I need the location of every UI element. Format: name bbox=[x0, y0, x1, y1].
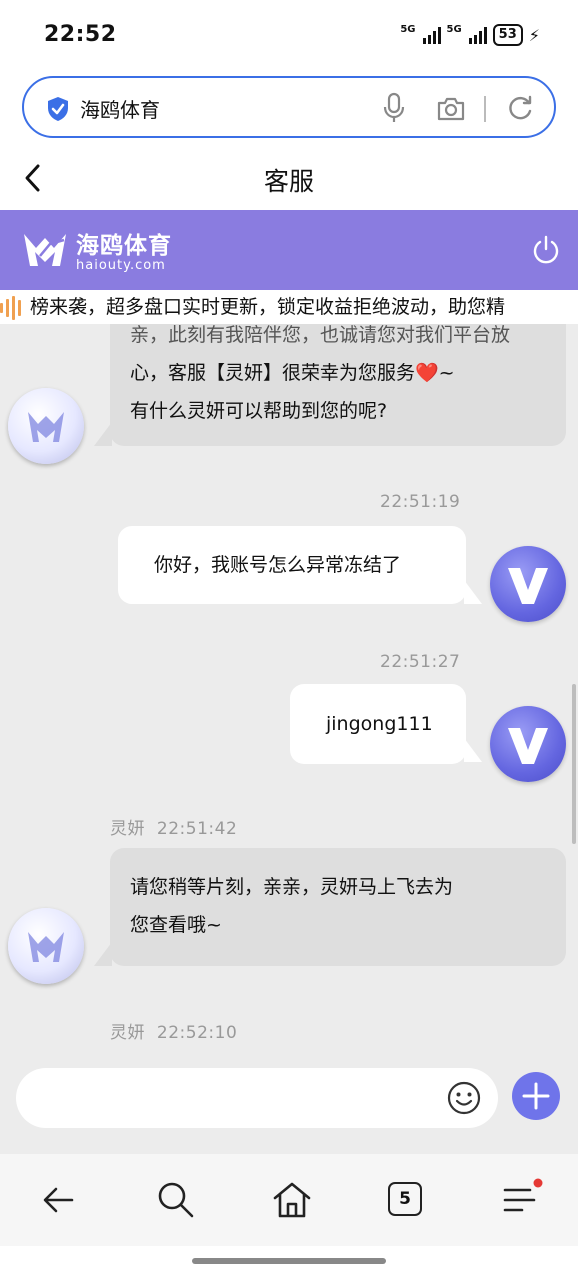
message-sender-time: 灵妍 22:52:10 bbox=[110, 1018, 237, 1043]
agent-message-bubble: 亲，此刻有我陪伴您，也诚请您对我们平台放心，客服【灵妍】很荣幸为您服务 心，客服… bbox=[110, 324, 566, 446]
page-title: 客服 bbox=[263, 167, 314, 196]
emoji-icon[interactable] bbox=[446, 1080, 482, 1116]
user-avatar bbox=[490, 706, 566, 782]
signal-icon bbox=[422, 26, 441, 44]
tabs-button[interactable]: 5 bbox=[388, 1182, 432, 1226]
agent-logo-icon bbox=[28, 412, 64, 442]
address-text[interactable]: 海鸥体育 bbox=[80, 94, 160, 123]
marquee-text: 榜来袭，超多盘口实时更新，锁定收益拒绝波动，助您精 bbox=[30, 296, 506, 318]
message-text: 你好，我账号怎么异常冻结了 bbox=[154, 554, 402, 576]
bubble-tail bbox=[464, 580, 482, 604]
message-line: 请您稍等片刻，亲亲，灵妍马上飞去为 bbox=[130, 876, 454, 898]
user-logo-icon bbox=[508, 728, 548, 764]
user-message-bubble: jingong111 bbox=[290, 684, 466, 764]
charging-icon: ⚡ bbox=[528, 25, 540, 45]
shield-check-icon bbox=[48, 97, 68, 121]
home-indicator[interactable] bbox=[192, 1258, 386, 1264]
sim1-label: 5G bbox=[400, 23, 416, 35]
bubble-tail bbox=[464, 738, 482, 762]
message-timestamp: 22:51:42 bbox=[156, 819, 238, 839]
status-bar: 22:52 5G 5G 53 ⚡ bbox=[0, 0, 578, 72]
sound-wave-icon bbox=[0, 296, 30, 320]
home-icon[interactable] bbox=[270, 1178, 314, 1222]
message-sender-time: 灵妍 22:51:42 bbox=[110, 814, 237, 839]
address-bar[interactable]: 海鸥体育 bbox=[22, 76, 556, 138]
message-timestamp: 22:52:10 bbox=[156, 1023, 238, 1043]
brand-logo-icon bbox=[24, 234, 66, 266]
mic-icon[interactable] bbox=[382, 92, 406, 124]
input-bar bbox=[0, 1052, 578, 1154]
brand-banner: 海鸥体育 haiouty.com bbox=[0, 210, 578, 290]
add-button[interactable] bbox=[512, 1072, 560, 1120]
signal-icon bbox=[468, 26, 487, 44]
sender-name: 灵妍 bbox=[110, 819, 145, 839]
message-input[interactable] bbox=[16, 1068, 498, 1128]
search-icon[interactable] bbox=[154, 1178, 198, 1222]
tab-count: 5 bbox=[388, 1182, 422, 1216]
agent-avatar bbox=[8, 908, 84, 984]
address-divider bbox=[484, 96, 486, 122]
arrow-left-icon[interactable] bbox=[38, 1178, 82, 1222]
menu-icon[interactable] bbox=[500, 1178, 544, 1222]
message-text: jingong111 bbox=[326, 713, 433, 735]
bubble-tail bbox=[94, 422, 112, 446]
message-line: 亲，此刻有我陪伴您，也诚请您对我们平台放心，客服【灵妍】很荣幸为您服务 bbox=[130, 324, 511, 346]
agent-avatar bbox=[8, 388, 84, 464]
message-line: 心，客服【灵妍】很荣幸为您服务❤️~ bbox=[130, 362, 455, 384]
agent-message-bubble: 请您稍等片刻，亲亲，灵妍马上飞去为 您查看哦~ bbox=[110, 848, 566, 966]
user-message-bubble: 你好，我账号怎么异常冻结了 bbox=[118, 526, 466, 604]
message-timestamp: 22:51:19 bbox=[380, 492, 461, 512]
notification-dot bbox=[533, 1178, 543, 1188]
chat-area[interactable]: 亲，此刻有我陪伴您，也诚请您对我们平台放心，客服【灵妍】很荣幸为您服务 心，客服… bbox=[0, 324, 578, 1052]
camera-icon[interactable] bbox=[436, 96, 466, 122]
agent-logo-icon bbox=[28, 932, 64, 962]
sim2-label: 5G bbox=[446, 23, 462, 35]
brand-name: 海鸥体育 bbox=[76, 233, 172, 259]
message-timestamp: 22:51:27 bbox=[380, 652, 461, 672]
status-indicators: 5G 5G 53 ⚡ bbox=[400, 24, 540, 46]
sender-name: 灵妍 bbox=[110, 1023, 145, 1043]
browser-bottom-nav: 5 bbox=[0, 1154, 578, 1246]
status-time: 22:52 bbox=[44, 22, 117, 47]
battery-level: 53 bbox=[492, 24, 523, 46]
plus-icon bbox=[522, 1082, 550, 1110]
page-header: 客服 bbox=[0, 148, 578, 210]
chat-scrollbar[interactable] bbox=[572, 684, 576, 844]
notice-marquee: 榜来袭，超多盘口实时更新，锁定收益拒绝波动，助您精 bbox=[0, 290, 578, 324]
brand-domain: haiouty.com bbox=[76, 258, 166, 273]
bubble-tail bbox=[94, 942, 112, 966]
message-line: 您查看哦~ bbox=[130, 914, 222, 936]
user-logo-icon bbox=[508, 568, 548, 604]
message-line: 有什么灵妍可以帮助到您的呢? bbox=[130, 400, 388, 422]
user-avatar bbox=[490, 546, 566, 622]
power-icon[interactable] bbox=[530, 234, 562, 266]
refresh-icon[interactable] bbox=[506, 94, 534, 122]
